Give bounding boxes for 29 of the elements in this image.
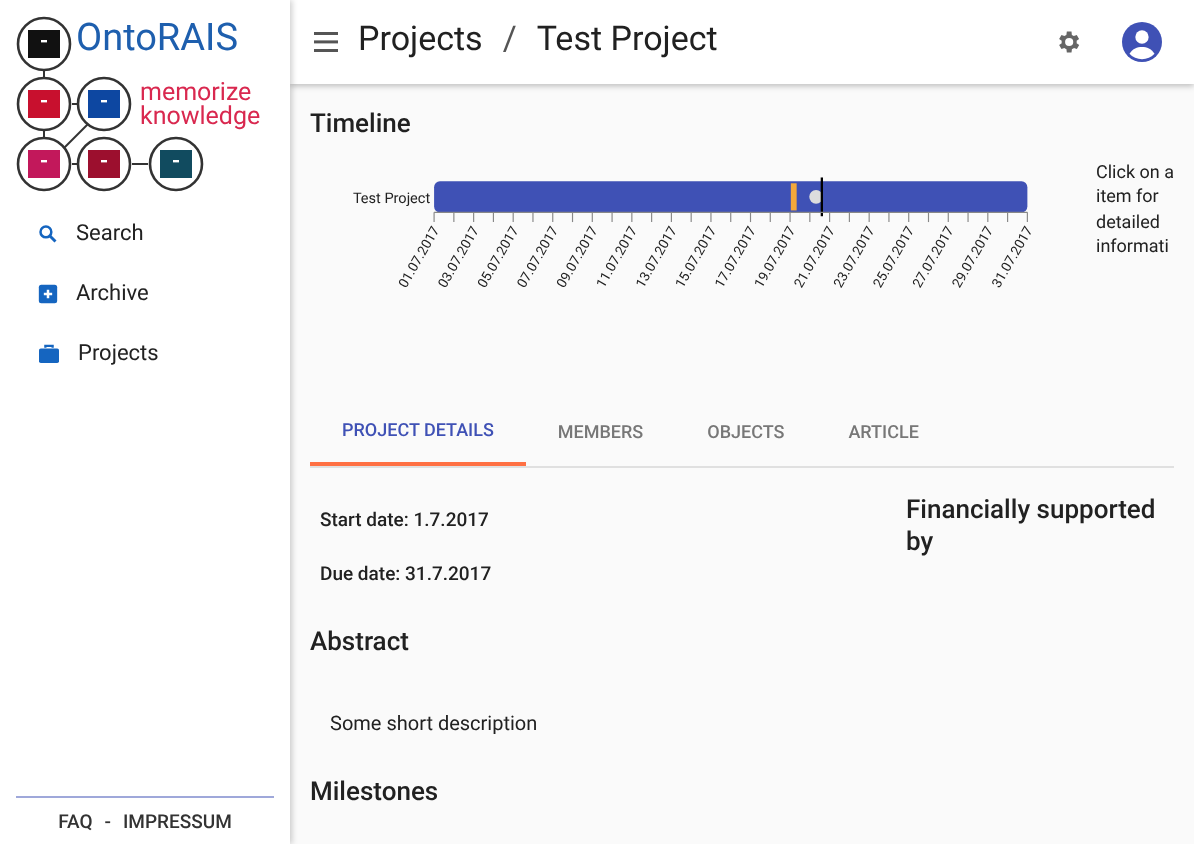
separator: / <box>502 18 517 65</box>
search-icon <box>38 224 58 244</box>
nav-item[interactable]: Search <box>0 204 290 264</box>
section-heading: Milestones <box>310 775 441 811</box>
start-date: Start date: 1.7.2017 <box>318 507 491 535</box>
tab[interactable]: OBJECTS <box>675 405 817 465</box>
logo-tagline: memorize knowledge <box>140 82 261 130</box>
footer-link[interactable]: IMPRESSUM <box>122 809 232 838</box>
footer-link[interactable]: FAQ <box>58 809 93 838</box>
tab[interactable]: MEMBERS <box>525 405 676 465</box>
separator: - <box>104 809 111 838</box>
tab[interactable]: ARTICLE <box>816 405 951 465</box>
archive-box-icon <box>38 284 58 304</box>
settings-icon[interactable] <box>1054 28 1082 56</box>
abstract-text: Some short description <box>328 711 540 739</box>
nav-item[interactable]: Archive <box>0 264 290 324</box>
breadcrumb-link[interactable]: Projects <box>358 16 483 68</box>
menu-icon[interactable] <box>314 32 338 52</box>
timeline-hint: Click on a item for detailed informati <box>1096 161 1174 262</box>
page-title: Test Project <box>536 18 718 65</box>
due-date: Due date: 31.7.2017 <box>318 561 494 590</box>
briefcase-icon <box>38 344 60 364</box>
logo-title: OntoRAIS <box>76 18 238 56</box>
section-heading: Timeline <box>310 108 411 144</box>
funding-heading: Financially supported by <box>906 495 1158 561</box>
account-icon[interactable] <box>1122 22 1162 62</box>
nav-item[interactable]: Projects <box>0 324 290 384</box>
section-heading: Abstract <box>310 626 411 662</box>
tab[interactable]: PROJECT DETAILS <box>310 405 526 465</box>
